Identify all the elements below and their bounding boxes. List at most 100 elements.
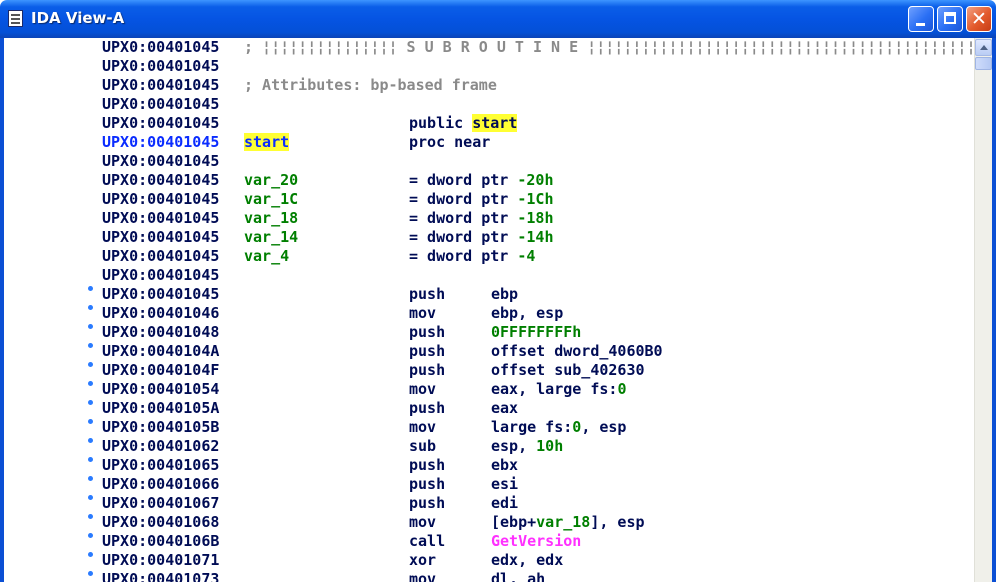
stack-variable-label[interactable]: var_14 <box>244 228 298 247</box>
listing-address[interactable]: UPX0:00401045 <box>102 190 219 209</box>
maximize-button[interactable] <box>937 6 963 32</box>
listing-line[interactable]: UPX0:0040106B call GetVersion <box>4 532 974 551</box>
disassembly-listing[interactable]: UPX0:00401045 ; ¦¦¦¦¦¦¦¦¦¦¦¦¦¦¦ S U B R O… <box>4 38 974 582</box>
instruction-mnemonic[interactable]: push <box>409 456 445 475</box>
stack-variable-label[interactable]: var_18 <box>244 209 298 228</box>
listing-address[interactable]: UPX0:00401045 <box>102 209 219 228</box>
stack-variable-label[interactable]: var_4 <box>244 247 289 266</box>
instruction-operands[interactable]: [ebp+var_18], esp <box>491 513 645 532</box>
listing-address[interactable]: UPX0:00401045 <box>102 57 219 76</box>
scroll-thumb[interactable] <box>975 57 992 70</box>
listing-address[interactable]: UPX0:00401062 <box>102 437 219 456</box>
instruction-operands[interactable]: eax, large fs:0 <box>491 380 626 399</box>
listing-line[interactable]: UPX0:00401045 ; ¦¦¦¦¦¦¦¦¦¦¦¦¦¦¦ S U B R O… <box>4 38 974 57</box>
listing-line[interactable]: UPX0:00401071 xor edx, edx <box>4 551 974 570</box>
instruction-mnemonic[interactable]: push <box>409 494 445 513</box>
minimize-button[interactable] <box>908 6 934 32</box>
instruction-mnemonic[interactable]: push <box>409 323 445 342</box>
instruction-operands[interactable]: esp, 10h <box>491 437 563 456</box>
listing-address[interactable]: UPX0:00401066 <box>102 475 219 494</box>
listing-address[interactable]: UPX0:00401048 <box>102 323 219 342</box>
listing-line[interactable]: UPX0:00401065 push ebx <box>4 456 974 475</box>
listing-line[interactable]: UPX0:0040105A push eax <box>4 399 974 418</box>
listing-line[interactable]: UPX0:00401045 <box>4 152 974 171</box>
instruction-operands[interactable]: dl, ah <box>491 570 545 582</box>
listing-address[interactable]: UPX0:0040104A <box>102 342 219 361</box>
stack-variable-label[interactable]: var_20 <box>244 171 298 190</box>
instruction-mnemonic[interactable]: mov <box>409 418 436 437</box>
listing-line[interactable]: UPX0:00401045 <box>4 95 974 114</box>
instruction-mnemonic[interactable]: sub <box>409 437 436 456</box>
listing-line[interactable]: UPX0:00401045 var_18 = dword ptr -18h <box>4 209 974 228</box>
scroll-up-button[interactable] <box>975 39 992 56</box>
listing-line[interactable]: UPX0:00401073 mov dl, ah <box>4 570 974 582</box>
listing-line[interactable]: UPX0:00401045 var_4 = dword ptr -4 <box>4 247 974 266</box>
listing-line[interactable]: UPX0:00401045 var_14 = dword ptr -14h <box>4 228 974 247</box>
listing-address[interactable]: UPX0:00401046 <box>102 304 219 323</box>
instruction-operands[interactable]: offset dword_4060B0 <box>491 342 663 361</box>
title-bar[interactable]: IDA View-A ✕ <box>0 0 996 38</box>
listing-address[interactable]: UPX0:0040106B <box>102 532 219 551</box>
listing-address[interactable]: UPX0:00401045 <box>102 266 219 285</box>
listing-line[interactable]: UPX0:0040104F push offset sub_402630 <box>4 361 974 380</box>
instruction-operands[interactable]: GetVersion <box>491 532 581 551</box>
listing-address[interactable]: UPX0:0040105B <box>102 418 219 437</box>
listing-line[interactable]: UPX0:00401046 mov ebp, esp <box>4 304 974 323</box>
stack-variable-label[interactable]: var_1C <box>244 190 298 209</box>
instruction-operands[interactable]: esi <box>491 475 518 494</box>
listing-line[interactable]: UPX0:00401068 mov [ebp+var_18], esp <box>4 513 974 532</box>
listing-line[interactable]: UPX0:00401045 <box>4 266 974 285</box>
instruction-mnemonic[interactable]: mov <box>409 570 436 582</box>
listing-address[interactable]: UPX0:00401065 <box>102 456 219 475</box>
listing-line[interactable]: UPX0:00401045 push ebp <box>4 285 974 304</box>
instruction-operands[interactable]: 0FFFFFFFFh <box>491 323 581 342</box>
listing-address[interactable]: UPX0:00401068 <box>102 513 219 532</box>
listing-line[interactable]: UPX0:00401062 sub esp, 10h <box>4 437 974 456</box>
instruction-mnemonic[interactable]: push <box>409 399 445 418</box>
listing-address[interactable]: UPX0:00401045 <box>102 38 219 57</box>
close-button[interactable]: ✕ <box>966 6 992 32</box>
listing-line[interactable]: UPX0:00401045 start proc near <box>4 133 974 152</box>
instruction-operands[interactable]: ebp, esp <box>491 304 563 323</box>
listing-line[interactable]: UPX0:0040105B mov large fs:0, esp <box>4 418 974 437</box>
listing-line[interactable]: UPX0:00401045 ; Attributes: bp-based fram… <box>4 76 974 95</box>
listing-address[interactable]: UPX0:00401045 <box>102 228 219 247</box>
vertical-scrollbar[interactable] <box>974 38 992 582</box>
instruction-mnemonic[interactable]: mov <box>409 380 436 399</box>
listing-line[interactable]: UPX0:00401045 var_20 = dword ptr -20h <box>4 171 974 190</box>
listing-line[interactable]: UPX0:00401054 mov eax, large fs:0 <box>4 380 974 399</box>
listing-line[interactable]: UPX0:00401066 push esi <box>4 475 974 494</box>
instruction-operands[interactable]: ebx <box>491 456 518 475</box>
instruction-operands[interactable]: ebp <box>491 285 518 304</box>
listing-address[interactable]: UPX0:0040104F <box>102 361 219 380</box>
function-label[interactable]: start <box>244 133 290 152</box>
instruction-mnemonic[interactable]: mov <box>409 304 436 323</box>
listing-address[interactable]: UPX0:00401045 <box>102 247 219 266</box>
instruction-mnemonic[interactable]: push <box>409 285 445 304</box>
instruction-operands[interactable]: edx, edx <box>491 551 563 570</box>
listing-address[interactable]: UPX0:0040105A <box>102 399 219 418</box>
instruction-mnemonic[interactable]: call <box>409 532 445 551</box>
listing-line[interactable]: UPX0:00401045 var_1C = dword ptr -1Ch <box>4 190 974 209</box>
listing-address[interactable]: UPX0:00401045 <box>102 114 219 133</box>
listing-address[interactable]: UPX0:00401054 <box>102 380 219 399</box>
listing-address[interactable]: UPX0:00401073 <box>102 570 219 582</box>
listing-line[interactable]: UPX0:00401067 push edi <box>4 494 974 513</box>
listing-address[interactable]: UPX0:00401045 <box>102 76 219 95</box>
instruction-mnemonic[interactable]: mov <box>409 513 436 532</box>
instruction-operands[interactable]: edi <box>491 494 518 513</box>
instruction-operands[interactable]: large fs:0, esp <box>491 418 626 437</box>
listing-address[interactable]: UPX0:00401045 <box>102 152 219 171</box>
listing-line[interactable]: UPX0:0040104A push offset dword_4060B0 <box>4 342 974 361</box>
listing-line[interactable]: UPX0:00401045 <box>4 57 974 76</box>
listing-address[interactable]: UPX0:00401045 <box>102 133 219 152</box>
listing-address[interactable]: UPX0:00401045 <box>102 171 219 190</box>
listing-line[interactable]: UPX0:00401045 public start <box>4 114 974 133</box>
listing-address[interactable]: UPX0:00401045 <box>102 95 219 114</box>
instruction-mnemonic[interactable]: push <box>409 475 445 494</box>
instruction-mnemonic[interactable]: xor <box>409 551 436 570</box>
instruction-operands[interactable]: eax <box>491 399 518 418</box>
listing-address[interactable]: UPX0:00401067 <box>102 494 219 513</box>
listing-line[interactable]: UPX0:00401048 push 0FFFFFFFFh <box>4 323 974 342</box>
instruction-mnemonic[interactable]: push <box>409 342 445 361</box>
